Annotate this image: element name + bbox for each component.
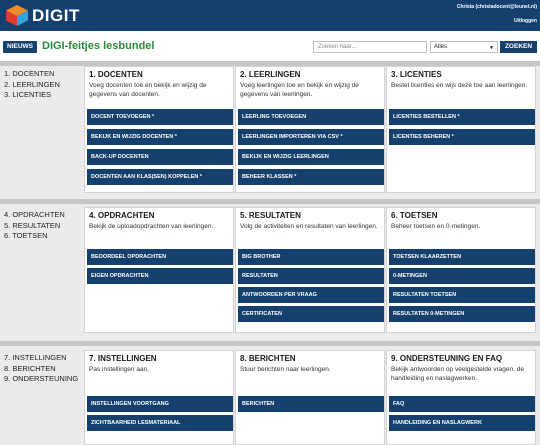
zichtbaarheid-lesmateriaal-button[interactable]: ZICHTBAARHEID LESMATERIAAL xyxy=(87,415,233,431)
beheer-klassen-button[interactable]: BEHEER KLASSEN * xyxy=(238,169,384,185)
instellingen-voortgang-button[interactable]: INSTELLINGEN VOORTGANG xyxy=(87,396,233,412)
card-description: Pas instellingen aan. xyxy=(89,366,149,373)
section-index-item[interactable]: 7. INSTELLINGEN xyxy=(4,353,78,364)
handleiding-naslagwerk-button[interactable]: HANDLEIDING EN NASLAGWERK xyxy=(389,415,535,431)
card-licenties: 3. LICENTIES Bestel licenties en wijs de… xyxy=(386,66,536,193)
card-toetsen: 6. TOETSEN Beheer toetsen en 0-metingen.… xyxy=(386,207,536,333)
certificaten-button[interactable]: CERTIFICATEN xyxy=(238,306,384,322)
card-instellingen: 7. INSTELLINGEN Pas instellingen aan. IN… xyxy=(84,350,234,445)
search-filter-select[interactable]: Alles ▼ xyxy=(430,41,498,53)
card-title: 1. DOCENTEN xyxy=(89,70,143,79)
card-title: 2. LEERLINGEN xyxy=(240,70,301,79)
section-index-item[interactable]: 2. LEERLINGEN xyxy=(4,80,60,91)
section-index-item[interactable]: 9. ONDERSTEUNING xyxy=(4,374,78,385)
antwoorden-per-vraag-button[interactable]: ANTWOORDEN PER VRAAG xyxy=(238,287,384,303)
licenties-beheren-button[interactable]: LICENTIES BEHEREN * xyxy=(389,129,535,145)
news-button[interactable]: NIEUWS xyxy=(3,41,37,53)
card-description: Voeg docenten toe en bekijk en wijzig de… xyxy=(89,82,207,98)
toetsen-klaarzetten-button[interactable]: TOETSEN KLAARZETTEN xyxy=(389,249,535,265)
resultaten-toetsen-button[interactable]: RESULTATEN TOETSEN xyxy=(389,287,535,303)
card-berichten: 8. BERICHTEN Stuur berichten naar leerli… xyxy=(235,350,385,445)
card-title: 3. LICENTIES xyxy=(391,70,442,79)
leerlingen-importeren-button[interactable]: LEERLINGEN IMPORTEREN VIA CSV * xyxy=(238,129,384,145)
backup-docenten-button[interactable]: BACK-UP DOCENTEN xyxy=(87,149,233,165)
section-index-item[interactable]: 6. TOETSEN xyxy=(4,231,65,242)
page-title: DIGI-feitjes lesbundel xyxy=(42,40,155,52)
section-index-item[interactable]: 1. DOCENTEN xyxy=(4,69,60,80)
card-docenten: 1. DOCENTEN Voeg docenten toe en bekijk … xyxy=(84,66,234,193)
card-description: Bekijk de uploadopdrachten van leerlinge… xyxy=(89,223,214,230)
digit-logo-icon[interactable] xyxy=(5,4,29,27)
bekijk-wijzig-leerlingen-button[interactable]: BEKIJK EN WIJZIG LEERLINGEN xyxy=(238,149,384,165)
card-description: Voeg leerlingen toe en bekijk en wijzig … xyxy=(240,82,359,98)
card-description: Bekijk antwoorden op veelgestelde vragen… xyxy=(391,366,524,382)
card-title: 9. ONDERSTEUNING EN FAQ xyxy=(391,354,503,363)
section-band-1: 1. DOCENTEN 2. LEERLINGEN 3. LICENTIES 1… xyxy=(0,66,540,199)
section-index-1: 1. DOCENTEN 2. LEERLINGEN 3. LICENTIES xyxy=(4,69,60,101)
card-leerlingen: 2. LEERLINGEN Voeg leerlingen toe en bek… xyxy=(235,66,385,193)
top-bar: DIGIT Christa (christadocent@leunet.nl) … xyxy=(0,0,540,31)
beoordeel-opdrachten-button[interactable]: BEOORDEEL OPDRACHTEN xyxy=(87,249,233,265)
berichten-button[interactable]: BERICHTEN xyxy=(238,396,384,412)
section-index-item[interactable]: 8. BERICHTEN xyxy=(4,364,78,375)
card-description: Beheer toetsen en 0-metingen. xyxy=(391,223,481,230)
section-band-3: 7. INSTELLINGEN 8. BERICHTEN 9. ONDERSTE… xyxy=(0,346,540,445)
search-button[interactable]: ZOEKEN xyxy=(500,41,537,53)
section-index-item[interactable]: 5. RESULTATEN xyxy=(4,221,65,232)
card-ondersteuning: 9. ONDERSTEUNING EN FAQ Bekijk antwoorde… xyxy=(386,350,536,445)
bekijk-wijzig-docenten-button[interactable]: BEKIJK EN WIJZIG DOCENTEN * xyxy=(87,129,233,145)
resultaten-nulmetingen-button[interactable]: RESULTATEN 0-METINGEN xyxy=(389,306,535,322)
card-description: Bestel licenties en wijs deze toe aan le… xyxy=(391,82,528,89)
card-title: 8. BERICHTEN xyxy=(240,354,296,363)
section-index-item[interactable]: 4. OPDRACHTEN xyxy=(4,210,65,221)
resultaten-button[interactable]: RESULTATEN xyxy=(238,268,384,284)
section-index-item[interactable]: 3. LICENTIES xyxy=(4,90,60,101)
brand-name: DIGIT xyxy=(32,6,80,25)
card-resultaten: 5. RESULTATEN Volg de activiteiten en re… xyxy=(235,207,385,333)
leerling-toevoegen-button[interactable]: LEERLING TOEVOEGEN xyxy=(238,109,384,125)
search-filter-value: Alles xyxy=(434,44,448,50)
big-brother-button[interactable]: BIG BROTHER xyxy=(238,249,384,265)
card-title: 4. OPDRACHTEN xyxy=(89,211,155,220)
search-input[interactable]: Zoeken naar... xyxy=(313,41,427,53)
nav-row: NIEUWS DIGI-feitjes lesbundel Zoeken naa… xyxy=(0,31,540,61)
card-title: 6. TOETSEN xyxy=(391,211,438,220)
docent-toevoegen-button[interactable]: DOCENT TOEVOEGEN * xyxy=(87,109,233,125)
chevron-down-icon: ▼ xyxy=(489,45,494,51)
card-description: Stuur berichten naar leerlingen. xyxy=(240,366,331,373)
nulmetingen-button[interactable]: 0-METINGEN xyxy=(389,268,535,284)
card-title: 7. INSTELLINGEN xyxy=(89,354,157,363)
card-title: 5. RESULTATEN xyxy=(240,211,301,220)
card-description: Volg de activiteiten en resultaten van l… xyxy=(240,223,378,230)
section-band-2: 4. OPDRACHTEN 5. RESULTATEN 6. TOETSEN 4… xyxy=(0,204,540,341)
section-index-2: 4. OPDRACHTEN 5. RESULTATEN 6. TOETSEN xyxy=(4,210,65,242)
licenties-bestellen-button[interactable]: LICENTIES BESTELLEN * xyxy=(389,109,535,125)
docenten-koppelen-button[interactable]: DOCENTEN AAN KLAS(SEN) KOPPELEN * xyxy=(87,169,233,185)
logout-link[interactable]: Uitloggen xyxy=(514,18,537,24)
eigen-opdrachten-button[interactable]: EIGEN OPDRACHTEN xyxy=(87,268,233,284)
faq-button[interactable]: FAQ xyxy=(389,396,535,412)
user-account[interactable]: Christa (christadocent@leunet.nl) xyxy=(457,4,537,10)
card-opdrachten: 4. OPDRACHTEN Bekijk de uploadopdrachten… xyxy=(84,207,234,333)
section-index-3: 7. INSTELLINGEN 8. BERICHTEN 9. ONDERSTE… xyxy=(4,353,78,385)
